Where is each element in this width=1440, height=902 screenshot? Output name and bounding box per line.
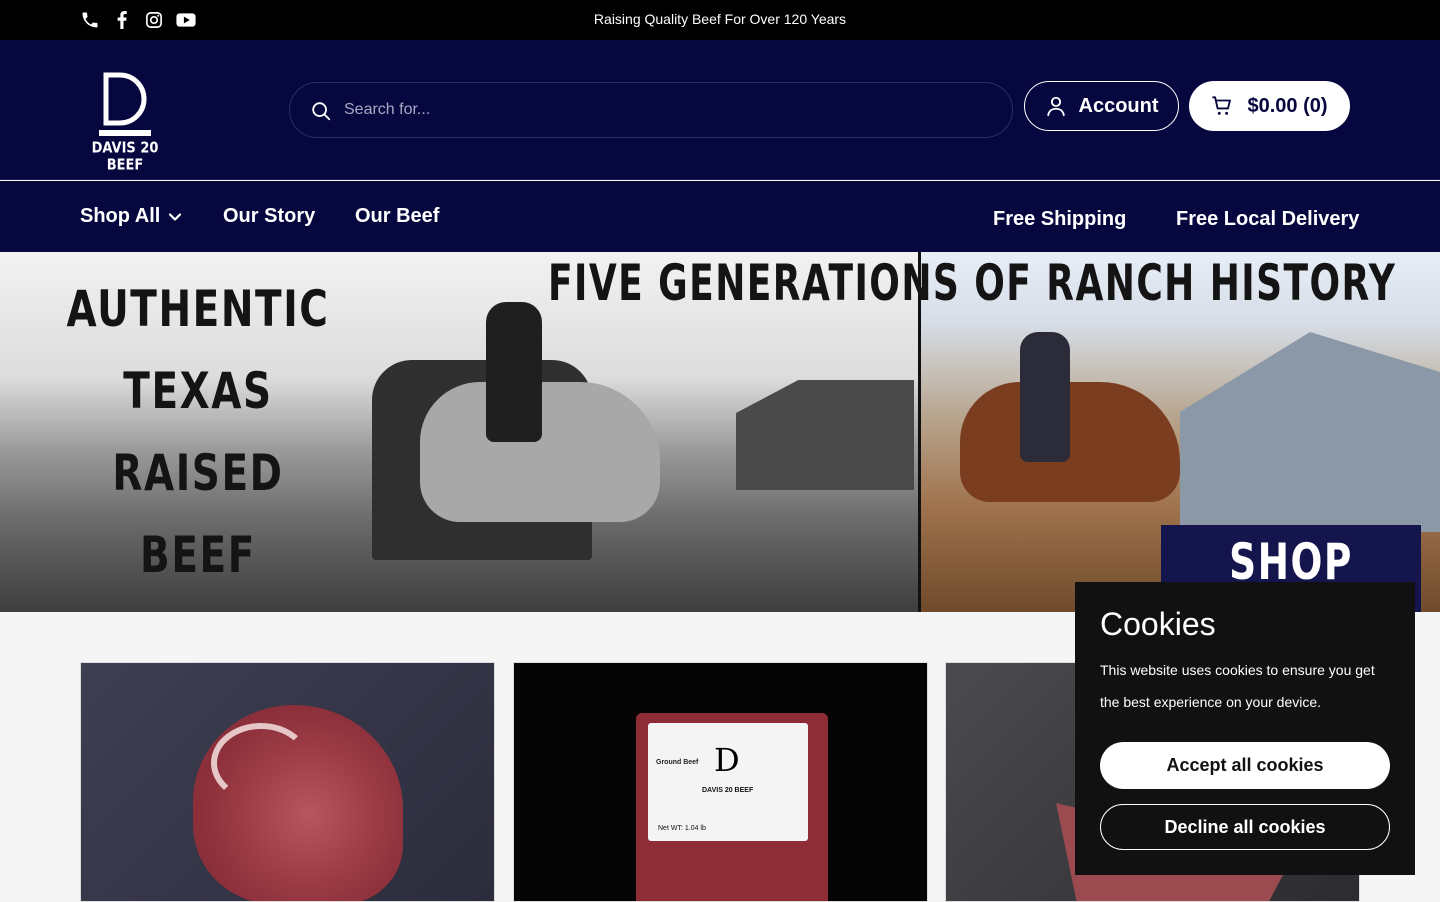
cart-icon	[1212, 96, 1232, 115]
cart-total: $0.00 (0)	[1247, 94, 1328, 117]
nav-our-beef[interactable]: Our Beef	[355, 205, 439, 228]
nav-our-story-label: Our Story	[223, 205, 316, 227]
hero-rider-left	[486, 302, 542, 442]
chevron-down-icon	[169, 212, 182, 221]
package-logo: D	[714, 741, 740, 779]
package-label-net-weight: Net WT: 1.04 lb	[658, 825, 706, 832]
package-label: D Ground Beef DAVIS 20 BEEF Net WT: 1.04…	[648, 723, 808, 841]
hero-rider-right	[1020, 332, 1070, 462]
cookie-message: This website uses cookies to ensure you …	[1100, 662, 1375, 710]
brand-logo[interactable]: DAVIS 20 BEEF	[80, 72, 170, 174]
cart-button[interactable]: $0.00 (0)	[1189, 81, 1350, 131]
site-header: DAVIS 20 BEEF Account $0.00 (0)	[0, 40, 1440, 180]
package-label-brand: DAVIS 20 BEEF	[702, 787, 754, 794]
announcement-text: Raising Quality Beef For Over 120 Years	[593, 11, 847, 27]
hero-horse-right	[960, 382, 1180, 502]
search-bar	[289, 82, 1013, 138]
logo-d-icon	[99, 72, 151, 136]
search-input[interactable]	[344, 97, 984, 123]
package-label-title: Ground Beef	[656, 759, 699, 766]
nav-free-local-delivery-label: Free Local Delivery	[1176, 208, 1360, 230]
nav-free-shipping-label: Free Shipping	[993, 208, 1127, 230]
announcement-bar: Raising Quality Beef For Over 120 Years	[0, 0, 1440, 40]
ribeye-fat-detail	[211, 723, 311, 803]
product-card[interactable]	[80, 662, 495, 902]
nav-shop-all[interactable]: Shop All	[80, 205, 182, 228]
account-label: Account	[1078, 94, 1159, 117]
product-card[interactable]: D Ground Beef DAVIS 20 BEEF Net WT: 1.04…	[513, 662, 928, 902]
hero-line: RAISED	[112, 444, 284, 502]
main-nav: Shop All Our Story Our Beef Free Shippin…	[0, 181, 1440, 252]
decline-cookies-button[interactable]: Decline all cookies	[1100, 804, 1390, 850]
hero-line: TEXAS	[123, 362, 273, 420]
nav-shop-all-label: Shop All	[80, 205, 161, 227]
hero-headline: FIVE GENERATIONS OF RANCH HISTORY	[548, 254, 1397, 312]
hero-line: BEEF	[140, 526, 256, 584]
hero-line: AUTHENTIC	[66, 280, 330, 338]
nav-our-story[interactable]: Our Story	[223, 205, 315, 228]
account-button[interactable]: Account	[1024, 81, 1179, 131]
nav-our-beef-label: Our Beef	[355, 205, 440, 227]
hero-tagline: AUTHENTIC TEXAS RAISED BEEF	[59, 268, 337, 596]
user-icon	[1046, 96, 1065, 117]
search-icon[interactable]	[310, 100, 332, 122]
brand-wordmark: DAVIS 20 BEEF	[91, 139, 159, 175]
cookie-banner: Cookies This website uses cookies to ens…	[1075, 582, 1415, 875]
accept-cookies-button[interactable]: Accept all cookies	[1100, 742, 1390, 789]
hero-banner[interactable]: AUTHENTIC TEXAS RAISED BEEF FIVE GENERAT…	[0, 252, 1440, 612]
nav-free-shipping[interactable]: Free Shipping	[993, 208, 1126, 231]
nav-free-local-delivery[interactable]: Free Local Delivery	[1176, 208, 1359, 231]
cookie-title: Cookies	[1100, 606, 1216, 642]
